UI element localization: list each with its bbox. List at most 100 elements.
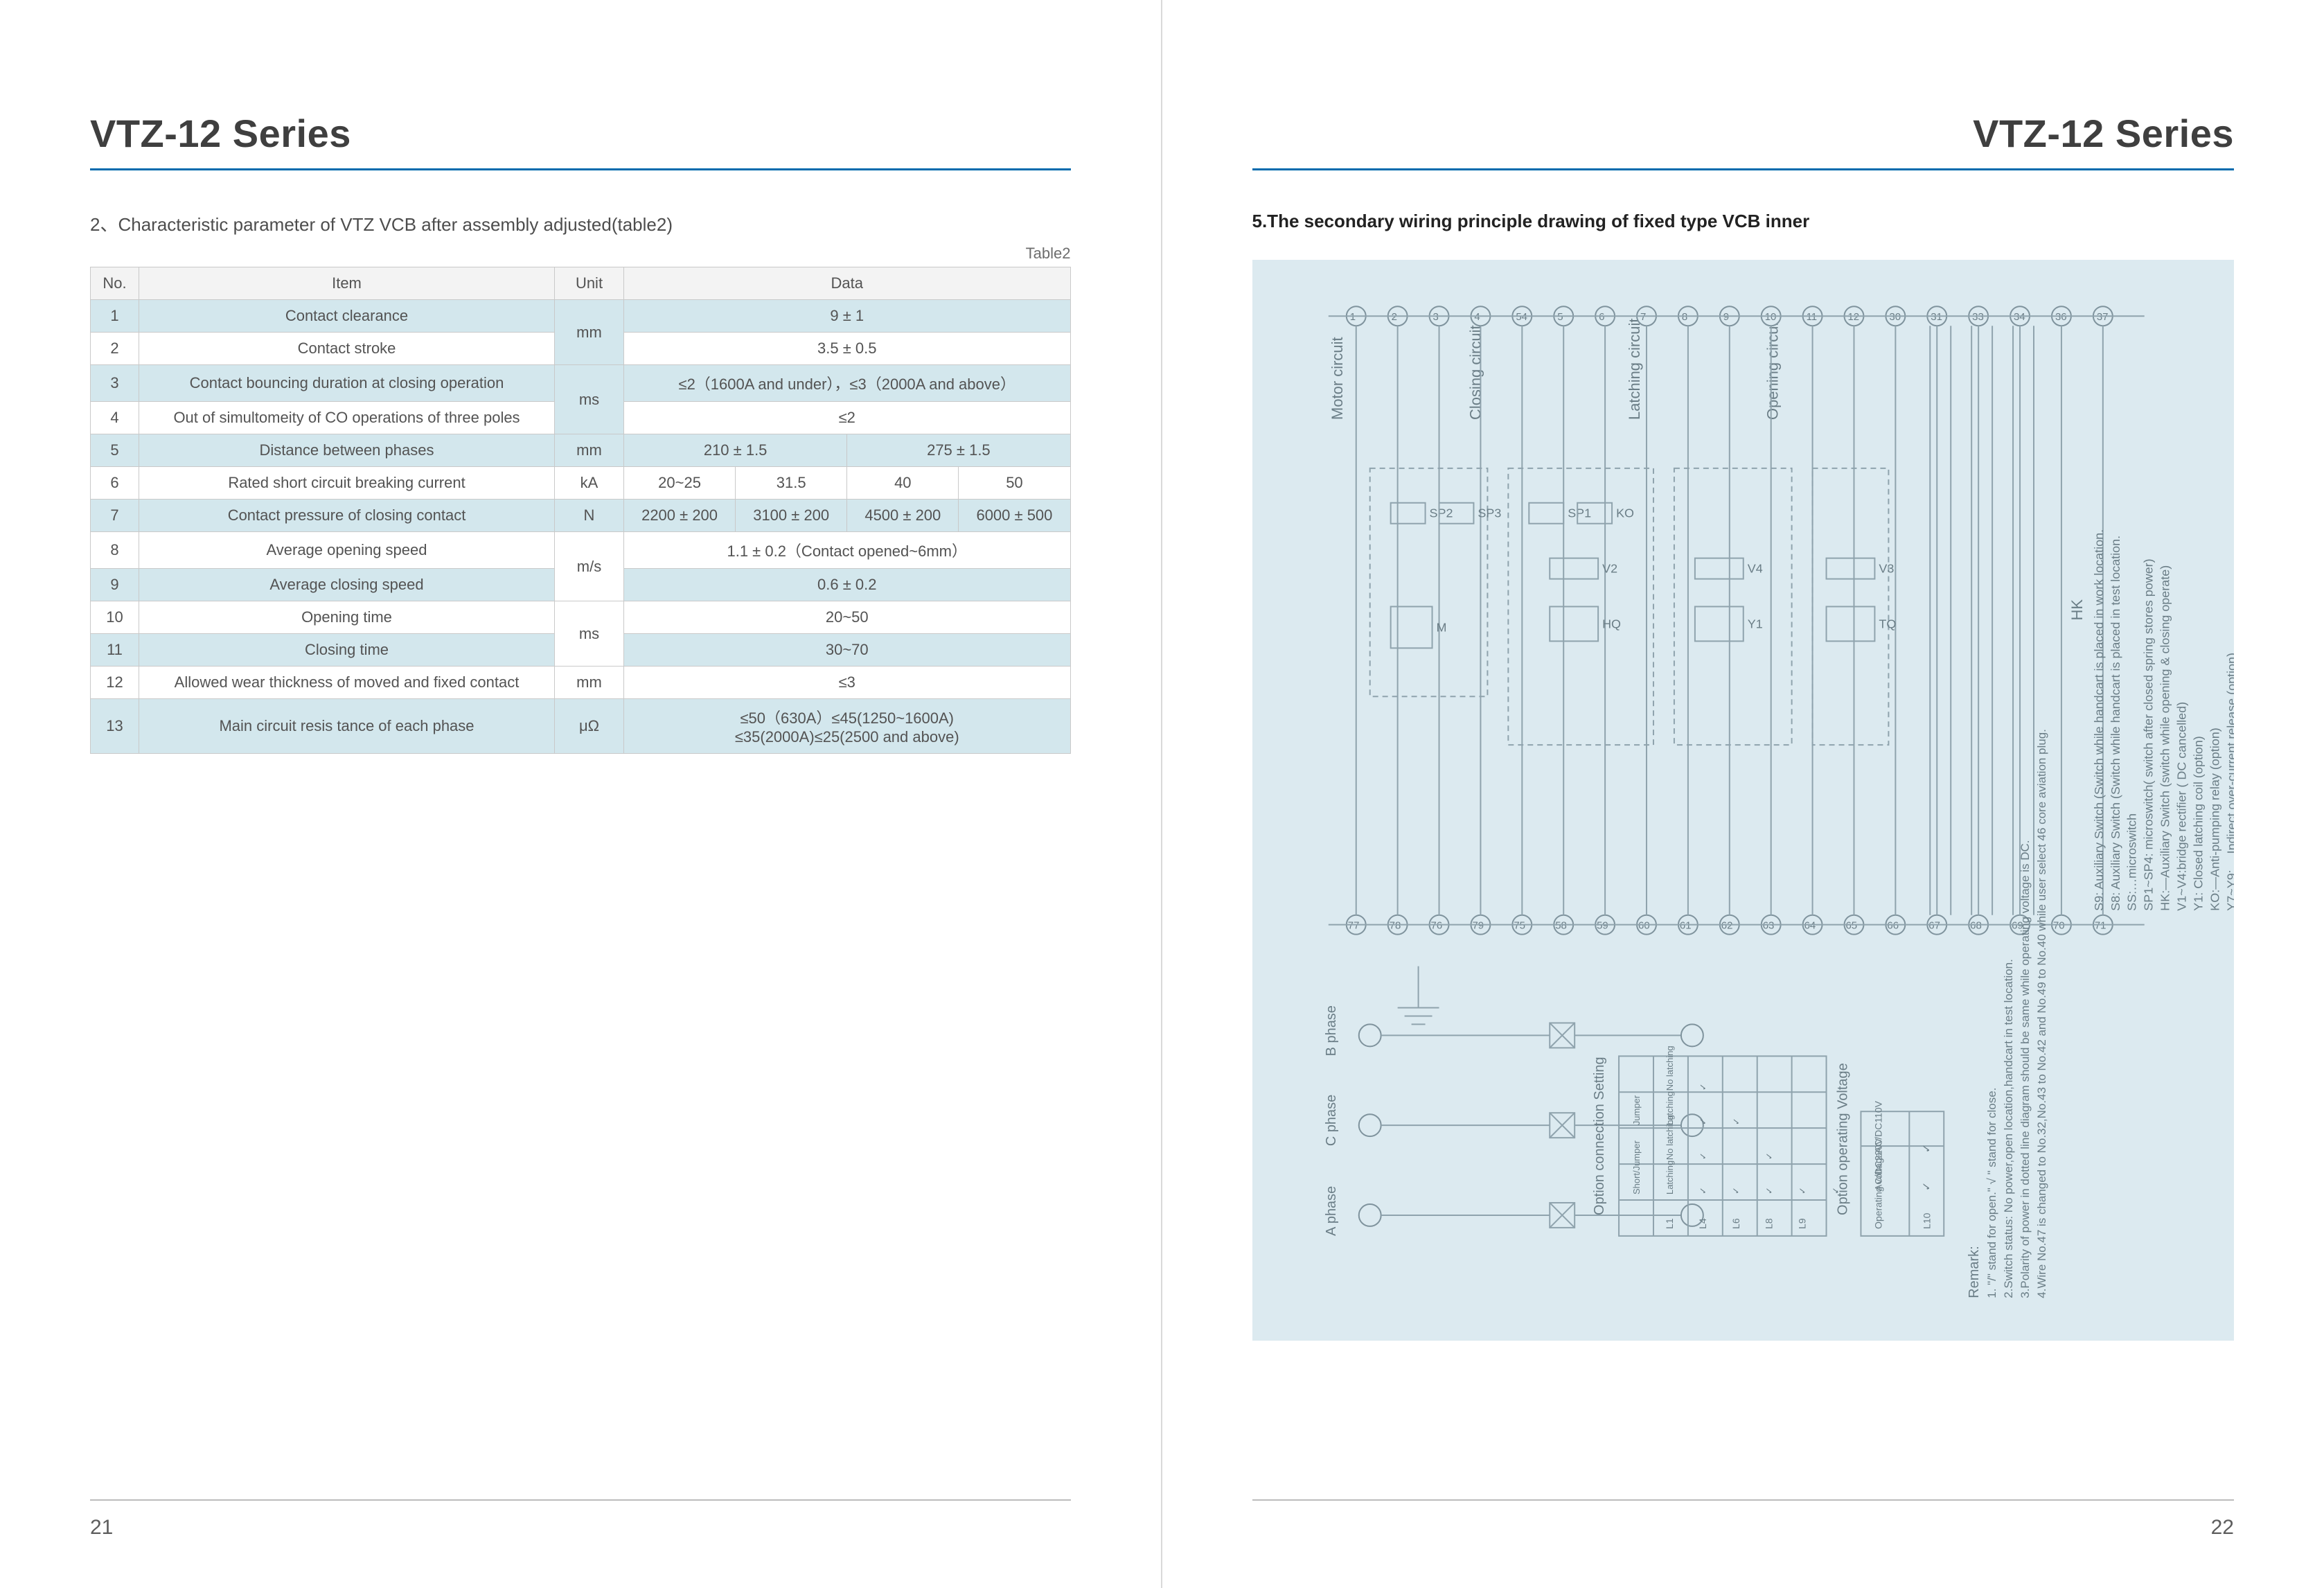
svg-text:68: 68: [1970, 920, 1982, 932]
svg-text:78: 78: [1389, 920, 1401, 932]
svg-text:12: 12: [1847, 311, 1859, 323]
svg-text:L4: L4: [1696, 1218, 1707, 1229]
svg-text:✓: ✓: [1697, 1083, 1707, 1091]
svg-text:L9: L9: [1796, 1218, 1807, 1229]
page-right: VTZ-12 Series 5.The secondary wiring pri…: [1162, 0, 2324, 1588]
svg-text:Latching: Latching: [1664, 1161, 1674, 1194]
svg-text:Latching: Latching: [1664, 1091, 1674, 1125]
svg-text:V4: V4: [1747, 562, 1762, 576]
svg-text:62: 62: [1721, 920, 1732, 932]
svg-text:B phase: B phase: [1323, 1005, 1338, 1056]
table-row: 10Opening timems20~50: [91, 601, 1071, 634]
svg-text:79: 79: [1472, 920, 1484, 932]
svg-text:11: 11: [1806, 311, 1817, 323]
svg-text:63: 63: [1762, 920, 1774, 932]
svg-text:30: 30: [1889, 311, 1901, 323]
table-row: 3Contact bouncing duration at closing op…: [91, 365, 1071, 402]
svg-text:KO: KO: [1616, 506, 1634, 520]
svg-text:Jumper: Jumper: [1631, 1095, 1642, 1125]
svg-text:No latching: No latching: [1664, 1046, 1674, 1091]
svg-text:31: 31: [1931, 311, 1942, 323]
svg-text:L10: L10: [1921, 1212, 1932, 1229]
table-row: 6Rated short circuit breaking currentkA2…: [91, 467, 1071, 500]
svg-text:77: 77: [1347, 920, 1359, 932]
svg-text:KO:—Anti-pumping relay (option: KO:—Anti-pumping relay (option): [2208, 727, 2221, 910]
table2-label: Table2: [90, 245, 1071, 263]
svg-text:5: 5: [1557, 311, 1563, 323]
svg-text:76: 76: [1430, 920, 1442, 932]
svg-text:Y1: Closed latching coil (opti: Y1: Closed latching coil (option): [2191, 736, 2205, 910]
svg-text:2.Switch status: No power,open: 2.Switch status: No power,open location,…: [2002, 959, 2015, 1298]
section-heading-left: 2、Characteristic parameter of VTZ VCB af…: [90, 211, 1071, 236]
svg-text:60: 60: [1638, 920, 1650, 932]
svg-text:67: 67: [1928, 920, 1940, 932]
section-heading-right: 5.The secondary wiring principle drawing…: [1252, 211, 2235, 232]
svg-text:34: 34: [2014, 311, 2025, 323]
svg-text:2: 2: [1391, 311, 1396, 323]
svg-text:V3: V3: [1879, 562, 1894, 576]
page-number-left: 21: [90, 1499, 1071, 1540]
svg-text:Remark:: Remark:: [1967, 1246, 1982, 1298]
svg-text:3: 3: [1432, 311, 1438, 323]
svg-text:SP2: SP2: [1429, 506, 1453, 520]
svg-text:C phase: C phase: [1323, 1095, 1338, 1146]
svg-text:Motor circuit: Motor circuit: [1328, 337, 1345, 420]
svg-text:Opening circuit: Opening circuit: [1764, 319, 1781, 420]
svg-text:6: 6: [1599, 311, 1604, 323]
svg-text:S8: Auxiliary Switch (Switch w: S8: Auxiliary Switch (Switch while handc…: [2108, 536, 2122, 911]
svg-text:A phase: A phase: [1323, 1186, 1338, 1236]
svg-text:36: 36: [2055, 311, 2066, 323]
svg-text:L1: L1: [1663, 1218, 1674, 1229]
svg-text:75: 75: [1514, 920, 1525, 932]
svg-text:Y7~Y9:… Indirect over-current: Y7~Y9:… Indirect over-current release (o…: [2224, 653, 2234, 911]
svg-text:✓: ✓: [1730, 1118, 1741, 1125]
svg-text:V2: V2: [1602, 562, 1617, 576]
svg-text:71: 71: [2094, 920, 2106, 932]
svg-text:66: 66: [1887, 920, 1899, 932]
svg-text:S9: Auxiliary Switch (Switch w: S9: Auxiliary Switch (Switch while handc…: [2091, 529, 2105, 911]
svg-text:1: 1: [1349, 311, 1355, 323]
characteristic-table: No. Item Unit Data 1Contact clearancemm9…: [90, 267, 1071, 754]
page-number-right: 22: [1252, 1499, 2235, 1540]
svg-text:3.Polarity of power in dotted: 3.Polarity of power in dotted line diagr…: [2019, 840, 2032, 1298]
svg-text:HQ: HQ: [1602, 617, 1621, 630]
svg-text:✓: ✓: [1697, 1187, 1707, 1194]
svg-text:65: 65: [1845, 920, 1857, 932]
svg-text:Y1: Y1: [1747, 617, 1762, 630]
table-row: 5Distance between phasesmm210 ± 1.5275 ±…: [91, 434, 1071, 467]
svg-text:7: 7: [1640, 311, 1646, 323]
svg-text:1. "/" stand for open." √ " st: 1. "/" stand for open." √ " stand for cl…: [1985, 1088, 1998, 1298]
col-no: No.: [91, 267, 139, 300]
svg-text:✓: ✓: [1921, 1144, 1933, 1153]
svg-text:37: 37: [2096, 311, 2108, 323]
page-title-right: VTZ-12 Series: [1252, 111, 2235, 170]
svg-text:Closing circuit: Closing circuit: [1466, 325, 1484, 420]
svg-text:59: 59: [1597, 920, 1608, 932]
svg-text:HK:—Auxiliary Switch (switch w: HK:—Auxiliary Switch (switch while openi…: [2158, 565, 2172, 911]
svg-text:4.Wire No.47 is changed to No.: 4.Wire No.47 is changed to No.32,No.43 t…: [2034, 729, 2048, 1298]
table-row: 8Average opening speedm/s1.1 ± 0.2（Conta…: [91, 532, 1071, 569]
svg-text:✓: ✓: [1697, 1118, 1707, 1125]
svg-text:9: 9: [1723, 311, 1728, 323]
svg-text:Option connection Setting: Option connection Setting: [1592, 1057, 1607, 1215]
svg-text:V1~V4:bridge rectifier ( DC ca: V1~V4:bridge rectifier ( DC cancelled): [2174, 702, 2188, 911]
svg-text:✓: ✓: [1797, 1187, 1807, 1194]
col-item: Item: [139, 267, 555, 300]
svg-text:70: 70: [2052, 920, 2064, 932]
svg-text:SP1: SP1: [1568, 506, 1591, 520]
svg-text:8: 8: [1681, 311, 1687, 323]
col-data: Data: [624, 267, 1071, 300]
table-row: 13Main circuit resis tance of each phase…: [91, 699, 1071, 754]
svg-text:4: 4: [1474, 311, 1480, 323]
svg-text:AC/DC110V: AC/DC110V: [1872, 1100, 1883, 1153]
svg-text:10: 10: [1764, 311, 1776, 323]
svg-text:✓: ✓: [1830, 1187, 1840, 1194]
page-title-left: VTZ-12 Series: [90, 111, 1071, 170]
svg-text:54: 54: [1516, 311, 1527, 323]
svg-text:Short/Jumper: Short/Jumper: [1631, 1140, 1642, 1194]
svg-text:✓: ✓: [1921, 1182, 1933, 1191]
svg-text:TQ: TQ: [1879, 617, 1896, 630]
svg-text:✓: ✓: [1764, 1187, 1774, 1194]
svg-text:58: 58: [1555, 920, 1567, 932]
svg-text:L6: L6: [1730, 1218, 1741, 1229]
